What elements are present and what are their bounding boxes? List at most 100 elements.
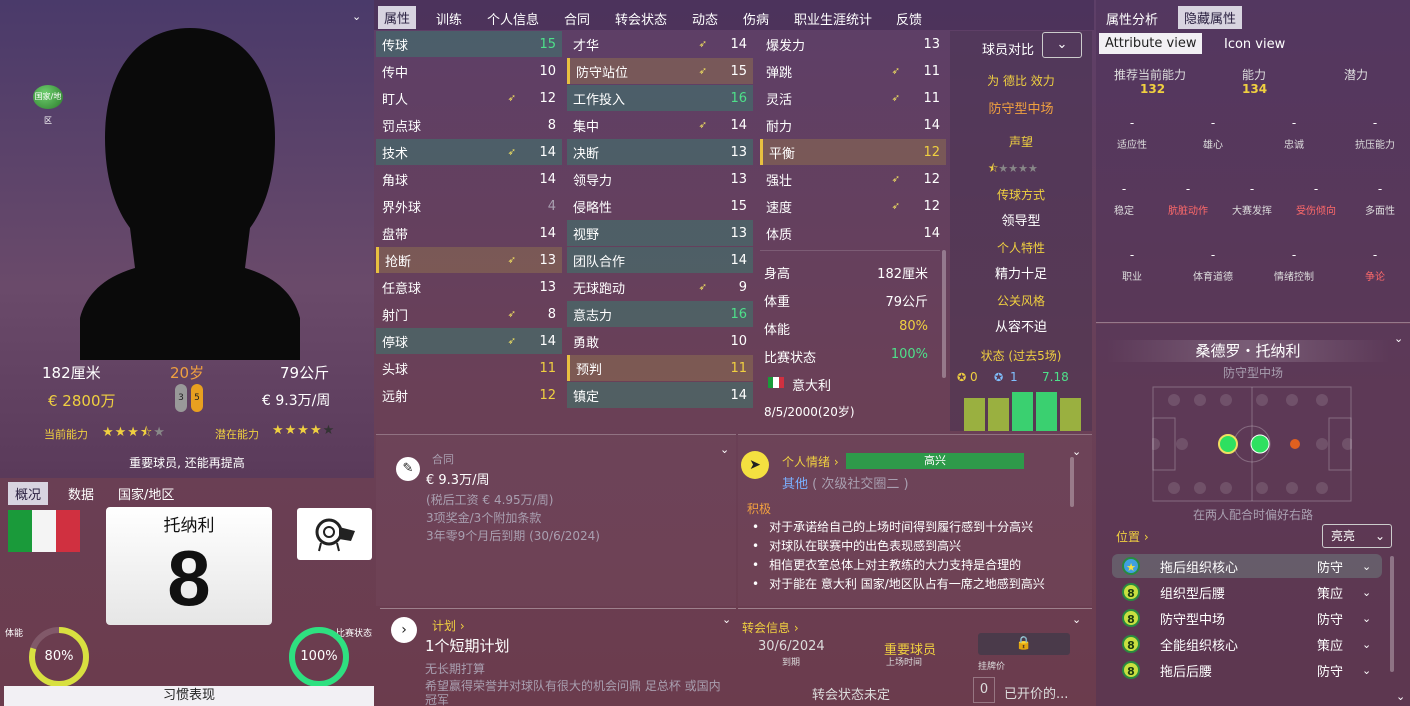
attribute-row[interactable]: 侵略性 15 <box>567 193 753 219</box>
duty-dropdown-icon[interactable]: ⌄ <box>1362 612 1371 625</box>
attribute-value: 13 <box>539 252 556 268</box>
attribute-row[interactable]: 集中 14 ➶ <box>567 112 753 138</box>
attribute-row[interactable]: 工作投入 16 <box>567 85 753 111</box>
pitch-diagram <box>1152 386 1352 502</box>
tab-transfer-status[interactable]: 转会状态 <box>615 9 667 28</box>
tab-attr-analysis[interactable]: 属性分析 <box>1106 9 1158 28</box>
attribute-row[interactable]: 体质 14 <box>760 220 946 246</box>
attribute-row[interactable]: 弹跳 11 ➶ <box>760 58 946 84</box>
compare-dropdown[interactable]: ⌄ <box>1042 32 1082 58</box>
plan-collapse-icon[interactable]: ⌄ <box>722 613 731 626</box>
attribute-row[interactable]: 头球 11 <box>376 355 562 381</box>
attribute-row[interactable]: 任意球 13 <box>376 274 562 300</box>
duty-dropdown-icon[interactable]: ⌄ <box>1362 638 1371 651</box>
attribute-row[interactable]: 界外球 4 <box>376 193 562 219</box>
attribute-row[interactable]: 无球跑动 9 ➶ <box>567 274 753 300</box>
attribute-row[interactable]: 停球 14 ➶ <box>376 328 562 354</box>
display-mode-dropdown[interactable]: 亮亮 ⌄ <box>1322 524 1392 548</box>
card-collapse-icon[interactable]: ⌄ <box>1394 332 1403 345</box>
duty-dropdown-icon[interactable]: ⌄ <box>1362 560 1371 573</box>
plan-title[interactable]: 计划 › <box>432 617 465 634</box>
tab-contract[interactable]: 合同 <box>564 9 590 28</box>
collapse-chevron-icon[interactable]: ⌄ <box>352 10 361 23</box>
attribute-name: 无球跑动 <box>573 281 626 297</box>
kit-number: 8 <box>167 534 211 622</box>
role-row[interactable]: 8 组织型后腰 策应 ⌄ <box>1112 580 1382 604</box>
habit-button[interactable]: 习惯表现 <box>4 686 374 706</box>
attribute-row[interactable]: 抢断 13 ➶ <box>376 247 562 273</box>
attribute-row[interactable]: 领导力 13 <box>567 166 753 192</box>
role-row[interactable]: ★ 拖后组织核心 防守 ⌄ <box>1112 554 1382 578</box>
transfer-title[interactable]: 转会信息 › <box>742 619 799 636</box>
attribute-row[interactable]: 角球 14 <box>376 166 562 192</box>
attribute-row[interactable]: 平衡 12 <box>760 139 946 165</box>
attribute-value: 13 <box>923 36 940 52</box>
attribute-row[interactable]: 强壮 12 ➶ <box>760 166 946 192</box>
tab-stats[interactable]: 数据 <box>68 484 94 503</box>
tab-overview[interactable]: 概况 <box>8 482 49 505</box>
mood-scrollbar[interactable] <box>1070 457 1074 507</box>
tab-nation[interactable]: 国家/地区 <box>118 484 174 503</box>
mood-title[interactable]: 个人情绪 › <box>782 453 839 470</box>
attribute-row[interactable]: 决断 13 <box>567 139 753 165</box>
attribute-row[interactable]: 防守站位 15 ➶ <box>567 58 753 84</box>
attribute-row[interactable]: 团队合作 14 <box>567 247 753 273</box>
attribute-row[interactable]: 耐力 14 <box>760 112 946 138</box>
attribute-row[interactable]: 视野 13 <box>567 220 753 246</box>
role-row[interactable]: 8 全能组织核心 策应 ⌄ <box>1112 632 1382 656</box>
attribute-row[interactable]: 灵活 11 ➶ <box>760 85 946 111</box>
attribute-name: 爆发力 <box>766 38 806 54</box>
attribute-row[interactable]: 勇敢 10 <box>567 328 753 354</box>
card-name-banner: 桑德罗・托纳利 <box>1106 340 1390 362</box>
attribute-name: 远射 <box>382 389 409 405</box>
role-row[interactable]: 8 防守型中场 防守 ⌄ <box>1112 606 1382 630</box>
tab-attribute-view[interactable]: Attribute view <box>1099 33 1203 54</box>
attribute-name: 侵略性 <box>573 200 613 216</box>
mood-collapse-icon[interactable]: ⌄ <box>1072 445 1081 458</box>
positions-link[interactable]: 位置 › <box>1116 528 1149 545</box>
attribute-row[interactable]: 传中 10 <box>376 58 562 84</box>
potential-ability-stars: ★★★★★ <box>272 423 336 438</box>
tab-icon-view[interactable]: Icon view <box>1224 37 1285 52</box>
tab-career-stats[interactable]: 职业生涯统计 <box>794 9 872 28</box>
attribute-row[interactable]: 预判 11 <box>567 355 753 381</box>
tab-training[interactable]: 训练 <box>436 9 462 28</box>
card-position: 防守型中场 <box>1222 366 1283 380</box>
attribute-row[interactable]: 镇定 14 <box>567 382 753 408</box>
tab-attributes[interactable]: 属性 <box>378 6 417 29</box>
tab-news[interactable]: 动态 <box>692 9 718 28</box>
role-row[interactable]: 8 拖后后腰 防守 ⌄ <box>1112 658 1382 682</box>
divider <box>1096 322 1410 323</box>
card-scroll-down-icon[interactable]: ⌄ <box>1396 690 1405 703</box>
plan-icon: › <box>391 617 417 643</box>
attribute-row[interactable]: 罚点球 8 <box>376 112 562 138</box>
attribute-row[interactable]: 盯人 12 ➶ <box>376 85 562 111</box>
contract-collapse-icon[interactable]: ⌄ <box>720 443 729 456</box>
attribute-row[interactable]: 才华 14 ➶ <box>567 31 753 57</box>
attribute-row[interactable]: 射门 8 ➶ <box>376 301 562 327</box>
attribute-row[interactable]: 传球 15 <box>376 31 562 57</box>
bio-weight-label: 体重 <box>764 295 791 310</box>
goals-icon: ✪ <box>957 371 967 384</box>
tab-hidden-attr[interactable]: 隐藏属性 <box>1178 6 1243 29</box>
attribute-row[interactable]: 技术 14 ➶ <box>376 139 562 165</box>
duty-dropdown-icon[interactable]: ⌄ <box>1362 586 1371 599</box>
hidden-attr-label: 抗压能力 <box>1355 140 1395 151</box>
attribute-row[interactable]: 意志力 16 <box>567 301 753 327</box>
mood-status-bar: 高兴 <box>846 453 1024 469</box>
tab-feedback[interactable]: 反馈 <box>896 9 922 28</box>
attribute-row[interactable]: 远射 12 <box>376 382 562 408</box>
roles-scrollbar[interactable] <box>1390 556 1394 672</box>
attribute-row[interactable]: 盘带 14 <box>376 220 562 246</box>
attr-scrollbar[interactable] <box>942 250 946 378</box>
divider <box>760 250 940 251</box>
tab-injuries[interactable]: 伤病 <box>743 9 769 28</box>
kit-shirt: 托纳利 8 <box>106 507 272 625</box>
tab-personal-info[interactable]: 个人信息 <box>487 9 539 28</box>
birth-date-text: 8/5/2000(20岁) <box>764 405 855 419</box>
transfer-collapse-icon[interactable]: ⌄ <box>1072 613 1081 626</box>
attribute-row[interactable]: 速度 12 ➶ <box>760 193 946 219</box>
form-label: 状态 (过去5场) <box>980 349 1062 363</box>
duty-dropdown-icon[interactable]: ⌄ <box>1362 664 1371 677</box>
attribute-row[interactable]: 爆发力 13 <box>760 31 946 57</box>
